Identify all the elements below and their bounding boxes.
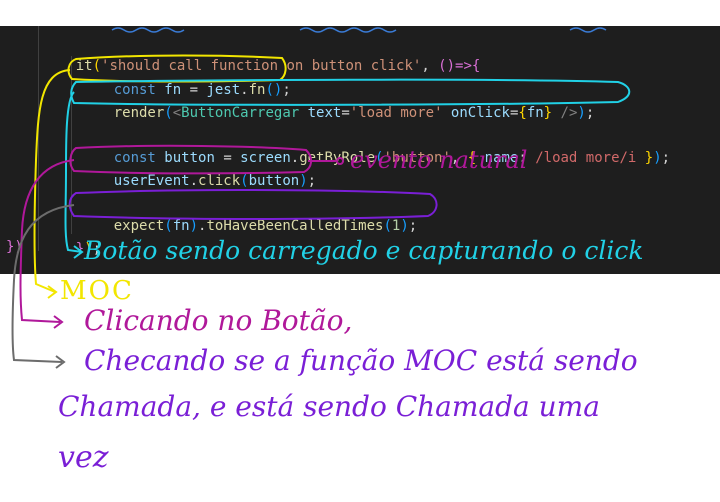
indent-guide [38,26,39,251]
semicolon: ; [408,218,418,234]
text-attr-value: 'load more' [349,105,443,121]
code-line-user-event: userEvent.click(button); [80,148,316,189]
code-line-close-outer: }) [6,239,23,255]
indent-guide [71,56,72,234]
code-line-const-button: const button = screen.getByRole('button'… [80,125,670,166]
fn-argument: fn [172,218,190,234]
code-line-render: render(<ButtonCarregar text='load more' … [80,80,595,121]
semicolon: ; [307,173,317,189]
close-paren: ) [189,218,199,234]
jsx-brace-open: { [518,105,527,121]
click-method: click [198,173,241,189]
open-paren: ( [240,173,249,189]
button-argument: button [248,173,300,189]
equals: = [341,105,350,121]
open-brace: { [471,58,481,74]
close-paren: ) [653,150,662,166]
regex-literal: /load more/i [535,150,637,166]
yellow-arrow-head [47,285,58,299]
semicolon: ; [585,105,595,121]
tag-self-close: /> [552,105,578,121]
comma: , [421,58,439,74]
open-paren: ( [383,218,392,234]
matcher-method: toHaveBeenCalledTimes [206,218,384,234]
userevent-object: userEvent [113,173,190,189]
fn-reference: fn [526,105,544,121]
close-paren: ) [299,173,308,189]
purple-arrow-head [55,355,66,369]
close-brace: } [75,241,85,257]
component-name: ButtonCarregar [181,105,300,121]
open-paren: ( [164,218,173,234]
annotation-checando-line1: Checando se a função MOC está sendo [84,344,638,377]
open-paren: ( [164,105,173,121]
code-line-const-fn: const fn = jest.fn(); [80,57,291,98]
code-line-it: it('should call function on button click… [42,33,481,74]
code-line-expect: expect(fn).toHaveBeenCalledTimes(1); [80,193,418,234]
close-paren: ) [577,105,586,121]
dot: . [189,173,199,189]
semicolon: ; [661,150,671,166]
annotation-checando-line2: Chamada, e está sendo Chamada uma [58,390,600,423]
code-line-close-inner: }); [42,216,101,257]
close-paren: ) [400,218,409,234]
annotation-clicando: Clicando no Botão, [84,304,353,337]
options-brace-close: } [636,150,654,166]
arrow-function: ()=> [438,58,472,74]
text-attr: text [299,105,342,121]
jsx-brace-close: } [543,105,553,121]
annotation-evento-natural: evento natural [350,146,528,174]
expect-function: expect [113,218,165,234]
magenta-arrow-head [53,315,64,329]
annotation-moc: MOC [60,276,134,306]
annotation-checando-line3: vez [58,440,109,475]
tag-open: < [172,105,182,121]
onclick-attr: onClick [442,105,510,121]
annotation-botao-carregado: Botão sendo carregado e capturando o cli… [84,236,644,265]
render-function: render [113,105,165,121]
